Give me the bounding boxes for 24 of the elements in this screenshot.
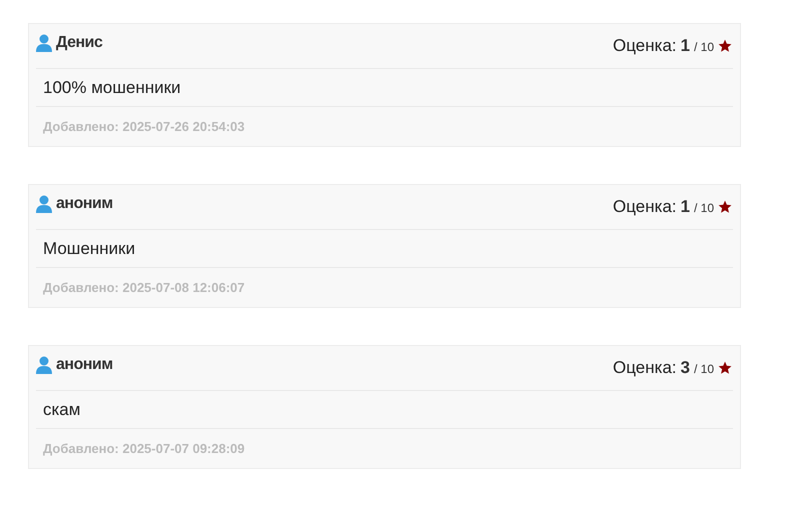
added-date: Добавлено: 2025-07-08 12:06:07 — [42, 279, 246, 297]
user-icon — [36, 356, 52, 374]
rating-label: Оценка: — [612, 197, 677, 217]
rating-value: 1 — [680, 36, 690, 56]
review-text: скам — [36, 391, 733, 429]
author-name: Денис — [56, 34, 102, 52]
review-text: Мошенники — [36, 230, 733, 268]
review-text: 100% мошенники — [36, 69, 733, 107]
added-date: Добавлено: 2025-07-07 09:28:09 — [42, 440, 246, 458]
rating-max: / 10 — [694, 362, 714, 376]
rating-value: 1 — [680, 197, 690, 217]
rating-label: Оценка: — [612, 36, 677, 56]
rating-max: / 10 — [694, 40, 714, 54]
rating-value: 3 — [680, 358, 690, 378]
rating-max: / 10 — [694, 201, 714, 215]
star-icon — [718, 361, 732, 375]
star-icon — [718, 39, 732, 53]
added-date: Добавлено: 2025-07-26 20:54:03 — [42, 118, 246, 136]
user-icon — [36, 34, 52, 52]
user-icon — [36, 195, 52, 213]
author-name: аноним — [56, 356, 113, 374]
rating-label: Оценка: — [612, 358, 677, 378]
star-icon — [718, 200, 732, 214]
author-name: аноним — [56, 195, 113, 213]
